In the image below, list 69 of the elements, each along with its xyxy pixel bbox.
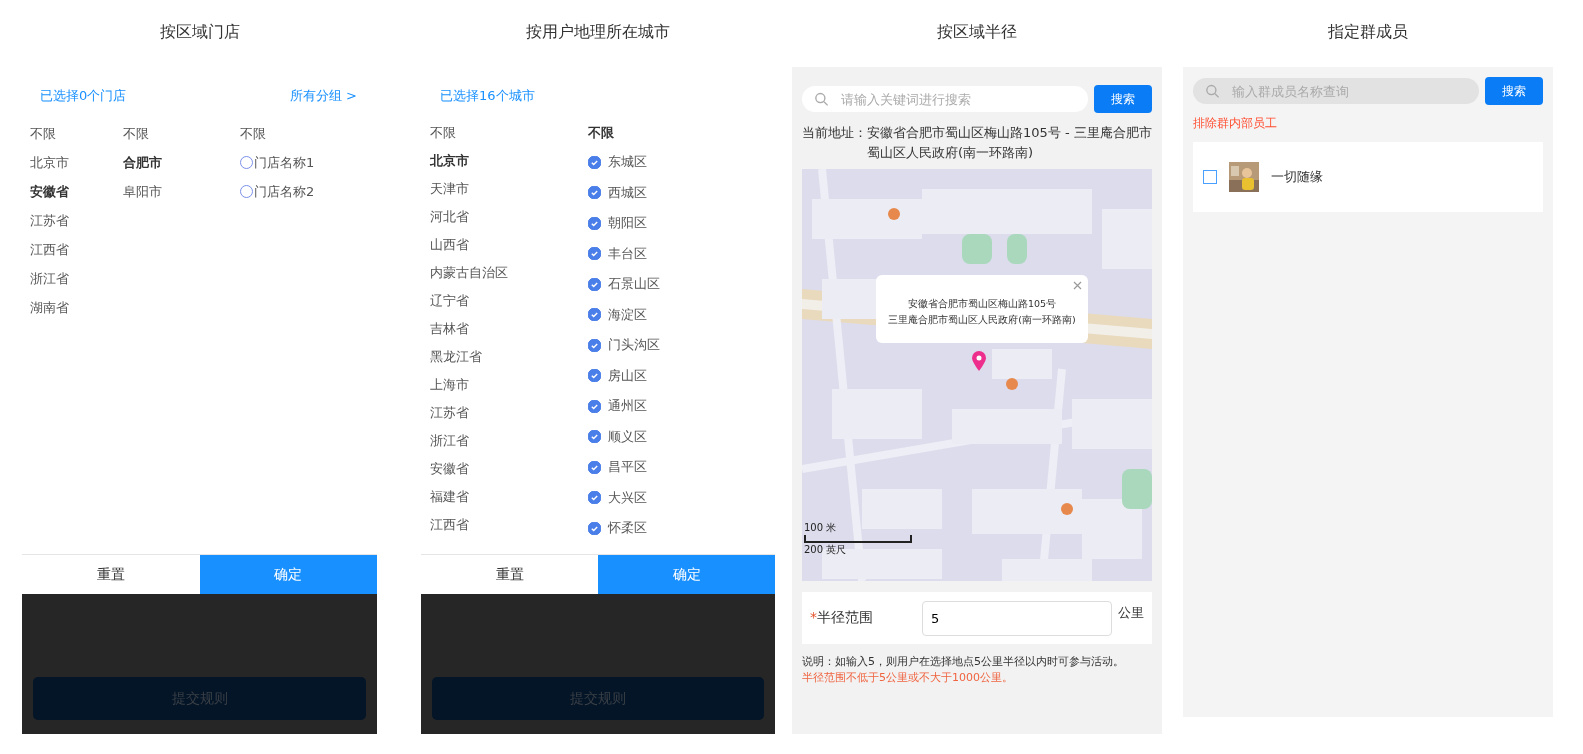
region-item[interactable]: 浙江省	[30, 264, 123, 293]
radio-button[interactable]	[240, 185, 253, 198]
pin-icon	[972, 351, 986, 371]
province-item[interactable]: 上海市	[430, 371, 588, 399]
region-item[interactable]: 不限	[30, 119, 123, 148]
search-button[interactable]: 搜索	[1485, 77, 1543, 105]
unit-text: 公里	[1118, 604, 1144, 622]
district-name: 怀柔区	[608, 519, 647, 538]
province-item[interactable]: 山西省	[430, 231, 588, 259]
store-name: 门店名称1	[254, 153, 315, 172]
note-text: 说明：如输入5，则用户在选择地点5公里半径以内时可参与活动。	[801, 654, 1125, 670]
district-name: 西城区	[608, 183, 647, 202]
region-item[interactable]: 阜阳市	[123, 177, 240, 206]
search-icon	[1205, 83, 1220, 99]
region-item[interactable]: 江苏省	[30, 206, 123, 235]
region-item[interactable]: 北京市	[30, 148, 123, 177]
section-title: 指定群成员	[1327, 21, 1409, 43]
radius-input[interactable]: 5	[922, 600, 1112, 636]
district-name: 门头沟区	[608, 336, 660, 355]
search-icon	[814, 91, 829, 107]
region-item[interactable]: 湖南省	[30, 293, 123, 322]
member-name: 一切随缘	[1271, 168, 1323, 186]
section-title: 按用户地理所在城市	[525, 21, 671, 43]
scale-text: 100 米	[804, 521, 838, 535]
district-name: 石景山区	[608, 275, 660, 294]
address-label: 当前地址：	[802, 124, 867, 142]
district-name: 海淀区	[608, 305, 647, 324]
province-item[interactable]: 安徽省	[430, 455, 588, 483]
district-name: 大兴区	[608, 488, 647, 507]
section-title: 按区域门店	[158, 21, 241, 43]
province-item[interactable]: 黑龙江省	[430, 343, 588, 371]
district-name: 朝阳区	[608, 214, 647, 233]
store-name: 门店名称2	[254, 182, 315, 201]
region-item[interactable]: 安徽省	[30, 177, 123, 206]
district-name: 通州区	[608, 397, 647, 416]
scale-text: 200 英尺	[804, 543, 848, 557]
popup-text: 三里庵合肥市蜀山区人民政府(南一环路南)	[888, 313, 1076, 327]
province-item[interactable]: 福建省	[430, 483, 588, 511]
warning-text: 半径范围不低于5公里或不大于1000公里。	[801, 670, 1014, 686]
province-item[interactable]: 江苏省	[430, 399, 588, 427]
district-name: 房山区	[608, 366, 647, 385]
store-all-item[interactable]: 不限	[240, 119, 370, 148]
section-title: 按区域半径	[936, 21, 1018, 43]
radio-button[interactable]	[240, 156, 253, 169]
region-item[interactable]: 江西省	[30, 235, 123, 264]
district-name: 顺义区	[608, 427, 647, 446]
district-name: 东城区	[608, 153, 647, 172]
district-name: 丰台区	[608, 244, 647, 263]
search-input[interactable]: 请输入关键词进行搜索	[838, 90, 1088, 108]
province-item[interactable]: 辽宁省	[430, 287, 588, 315]
province-item[interactable]: 河北省	[430, 203, 588, 231]
radius-label: *半径范围	[810, 609, 873, 627]
province-item[interactable]: 江西省	[430, 511, 588, 539]
search-field[interactable]: 请输入关键词进行搜索	[802, 86, 1088, 112]
address-text: 安徽省合肥市蜀山区梅山路105号 - 三里庵合肥市蜀山区人民政府(南一环路南)	[867, 124, 1152, 162]
district-all-item[interactable]: 不限	[588, 119, 738, 147]
province-item[interactable]: 天津市	[430, 175, 588, 203]
checkbox[interactable]	[1203, 170, 1217, 184]
province-item[interactable]: 北京市	[430, 147, 588, 175]
province-item[interactable]: 内蒙古自治区	[430, 259, 588, 287]
province-item[interactable]: 浙江省	[430, 427, 588, 455]
region-item[interactable]: 合肥市	[123, 148, 240, 177]
search-button[interactable]: 搜索	[1094, 85, 1152, 113]
popup-text: 安徽省合肥市蜀山区梅山路105号	[907, 297, 1057, 311]
district-name: 昌平区	[608, 458, 647, 477]
province-item[interactable]: 不限	[430, 119, 588, 147]
region-item[interactable]: 不限	[123, 119, 240, 148]
province-item[interactable]: 吉林省	[430, 315, 588, 343]
close-icon[interactable]	[1073, 281, 1082, 290]
